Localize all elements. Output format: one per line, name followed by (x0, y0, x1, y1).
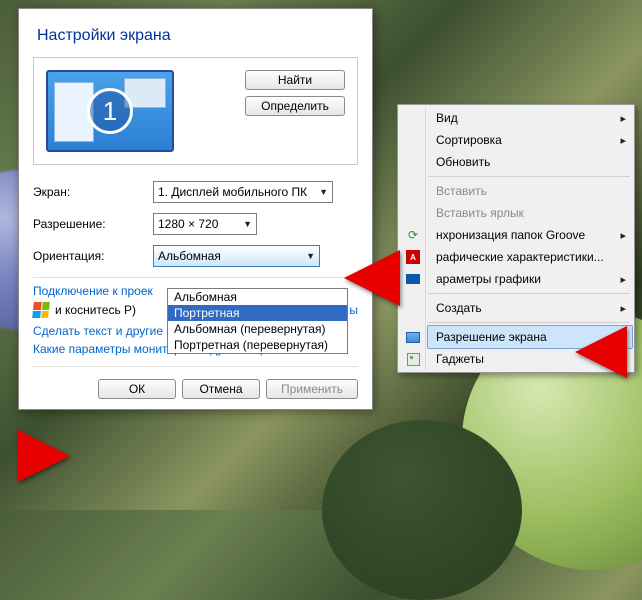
resolution-value: 1280 × 720 (158, 217, 218, 231)
ok-button[interactable]: ОК (98, 379, 176, 399)
resolution-label: Разрешение: (33, 217, 143, 231)
groove-icon: ⟳ (405, 227, 421, 243)
dialog-title: Настройки экрана (37, 27, 358, 45)
ctx-groove-sync[interactable]: ⟳ нхронизация папок Groove (428, 224, 632, 246)
orientation-option[interactable]: Портретная (перевернутая) (168, 337, 347, 353)
ctx-sort[interactable]: Сортировка (428, 129, 632, 151)
chevron-down-icon: ▼ (306, 251, 315, 261)
orientation-option[interactable]: Портретная (168, 305, 347, 321)
orientation-value: Альбомная (158, 249, 221, 263)
intel-icon (405, 271, 421, 287)
identify-button[interactable]: Определить (245, 96, 345, 116)
resolution-select[interactable]: 1280 × 720 ▼ (153, 213, 257, 235)
context-separator (428, 293, 630, 294)
monitor-preview[interactable]: 1 (46, 70, 174, 152)
orientation-label: Ориентация: (33, 249, 143, 263)
projector-hint: и коснитесь P) (55, 303, 136, 317)
projector-link[interactable]: Подключение к проек (33, 284, 153, 298)
context-separator (428, 176, 630, 177)
ctx-graphics-props[interactable]: A рафические характеристики... (428, 246, 632, 268)
ctx-paste: Вставить (428, 180, 632, 202)
screen-select[interactable]: 1. Дисплей мобильного ПК ▼ (153, 181, 333, 203)
ctx-paste-shortcut: Вставить ярлык (428, 202, 632, 224)
context-separator (428, 322, 630, 323)
monitor-number-badge: 1 (87, 88, 133, 134)
separator (33, 366, 358, 367)
chevron-down-icon: ▼ (243, 219, 252, 229)
separator (33, 277, 358, 278)
orientation-select[interactable]: Альбомная ▼ (153, 245, 320, 267)
screen-label: Экран: (33, 185, 143, 199)
annotation-arrow-ok (18, 430, 70, 482)
ctx-graphics-options[interactable]: араметры графики (428, 268, 632, 290)
windows-logo-icon (32, 302, 50, 318)
apply-button[interactable]: Применить (266, 379, 358, 399)
annotation-arrow-resolution (575, 326, 627, 378)
screen-value: 1. Дисплей мобильного ПК (158, 185, 307, 199)
find-button[interactable]: Найти (245, 70, 345, 90)
amd-icon: A (405, 249, 421, 265)
gadget-icon (405, 351, 421, 367)
ctx-view[interactable]: Вид (428, 107, 632, 129)
ctx-refresh[interactable]: Обновить (428, 151, 632, 173)
orientation-option[interactable]: Альбомная (перевернутая) (168, 321, 347, 337)
orientation-dropdown-list: Альбомная Портретная Альбомная (переверн… (167, 288, 348, 354)
monitor-icon (405, 329, 421, 345)
display-preview-frame: 1 Найти Определить (33, 57, 358, 165)
background-decor (322, 420, 522, 600)
ctx-new[interactable]: Создать (428, 297, 632, 319)
annotation-arrow-orientation (344, 250, 400, 306)
orientation-option[interactable]: Альбомная (168, 289, 347, 305)
chevron-down-icon: ▼ (319, 187, 328, 197)
cancel-button[interactable]: Отмена (182, 379, 260, 399)
